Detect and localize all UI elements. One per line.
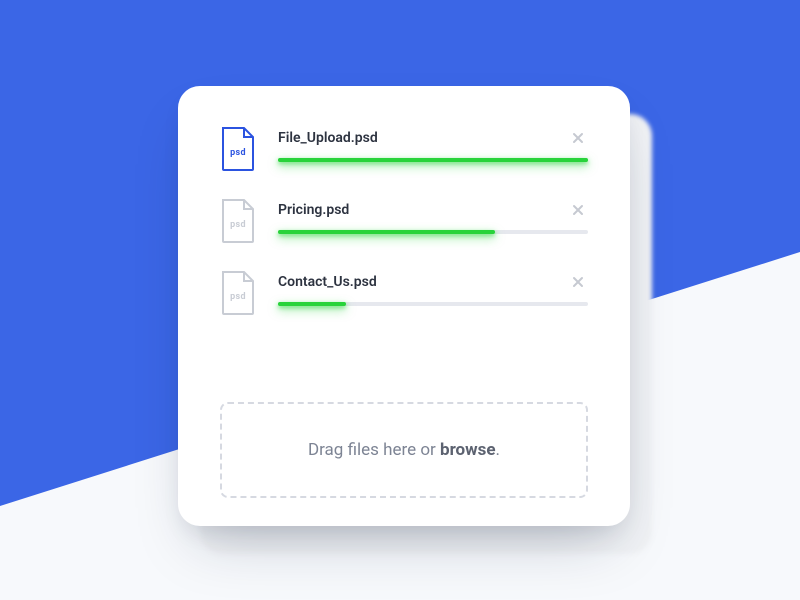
close-icon: [572, 276, 584, 288]
dropzone[interactable]: Drag files here or browse.: [220, 402, 588, 498]
dropzone-suffix: .: [496, 440, 500, 460]
file-type-icon: psd: [220, 198, 256, 244]
stage: psd File_Upload.psd: [0, 0, 800, 600]
upload-progress: [278, 302, 588, 306]
remove-file-button[interactable]: [568, 272, 588, 292]
dropzone-text: Drag files here or: [308, 440, 440, 460]
file-top: Pricing.psd: [278, 200, 588, 220]
file-name: File_Upload.psd: [278, 130, 378, 146]
upload-progress-bar: [278, 302, 346, 306]
file-top: File_Upload.psd: [278, 128, 588, 148]
upload-progress-bar: [278, 158, 588, 162]
file-name: Contact_Us.psd: [278, 274, 377, 290]
file-type-label: psd: [220, 220, 256, 230]
file-body: Pricing.psd: [278, 198, 588, 234]
file-type-icon: psd: [220, 126, 256, 172]
browse-link[interactable]: browse: [440, 440, 496, 460]
upload-progress-bar: [278, 230, 495, 234]
remove-file-button[interactable]: [568, 200, 588, 220]
upload-progress: [278, 158, 588, 162]
upload-card: psd File_Upload.psd: [178, 86, 630, 526]
file-type-label: psd: [220, 292, 256, 302]
file-name: Pricing.psd: [278, 202, 349, 218]
file-row: psd Pricing.psd: [220, 198, 588, 244]
remove-file-button[interactable]: [568, 128, 588, 148]
file-row: psd File_Upload.psd: [220, 126, 588, 172]
upload-progress: [278, 230, 588, 234]
file-body: File_Upload.psd: [278, 126, 588, 162]
file-top: Contact_Us.psd: [278, 272, 588, 292]
file-body: Contact_Us.psd: [278, 270, 588, 306]
close-icon: [572, 204, 584, 216]
file-type-icon: psd: [220, 270, 256, 316]
file-type-label: psd: [220, 148, 256, 158]
close-icon: [572, 132, 584, 144]
file-row: psd Contact_Us.psd: [220, 270, 588, 316]
